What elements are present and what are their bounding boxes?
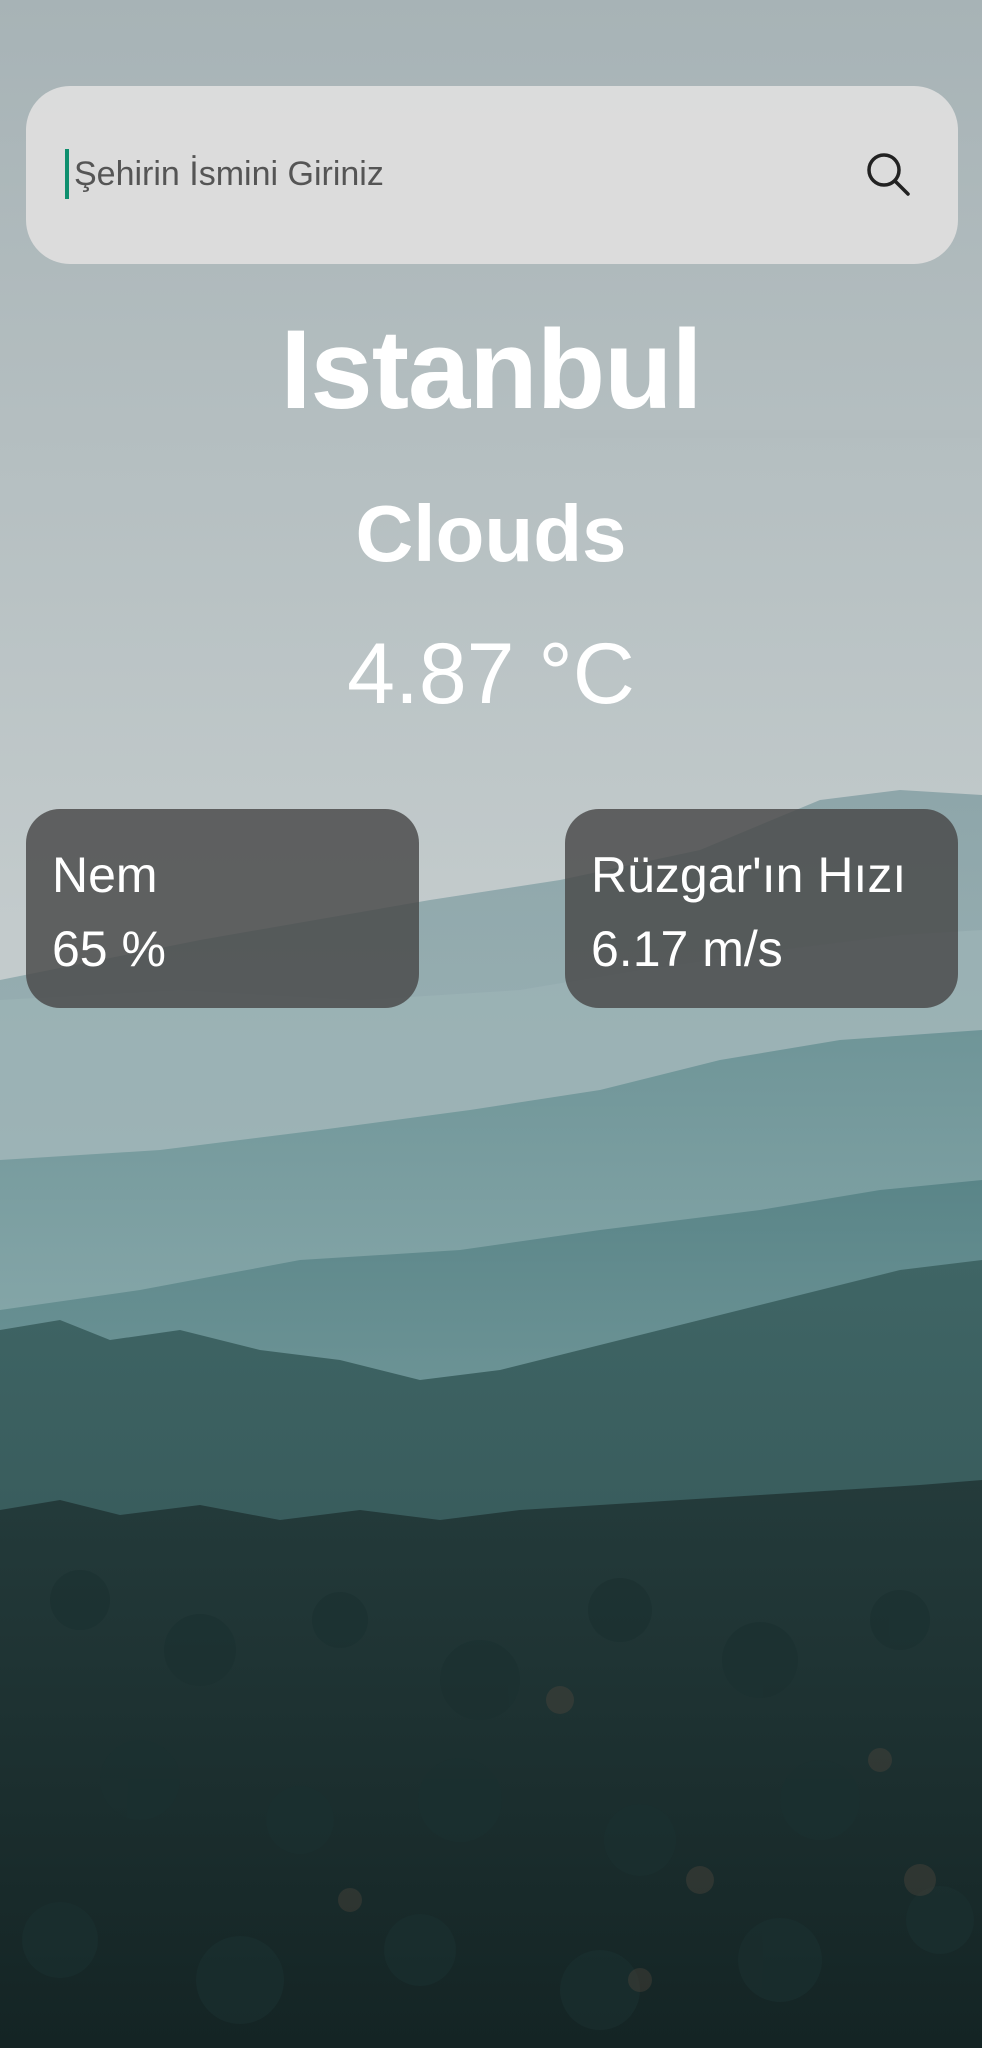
city-search-input[interactable]	[66, 136, 854, 212]
search-bar	[26, 86, 958, 264]
wind-speed-value: 6.17 m/s	[591, 921, 783, 977]
humidity-value: 65 %	[52, 921, 166, 977]
humidity-label: Nem	[52, 847, 158, 903]
search-button[interactable]	[848, 134, 928, 214]
wind-speed-card: Rüzgar'ın Hızı 6.17 m/s	[565, 809, 958, 1008]
city-name: Istanbul	[280, 307, 702, 432]
search-icon	[867, 153, 910, 196]
weather-condition: Clouds	[355, 489, 627, 578]
wind-speed-label: Rüzgar'ın Hızı	[591, 847, 907, 903]
humidity-card: Nem 65 %	[26, 809, 419, 1008]
temperature: 4.87 °C	[347, 626, 635, 722]
